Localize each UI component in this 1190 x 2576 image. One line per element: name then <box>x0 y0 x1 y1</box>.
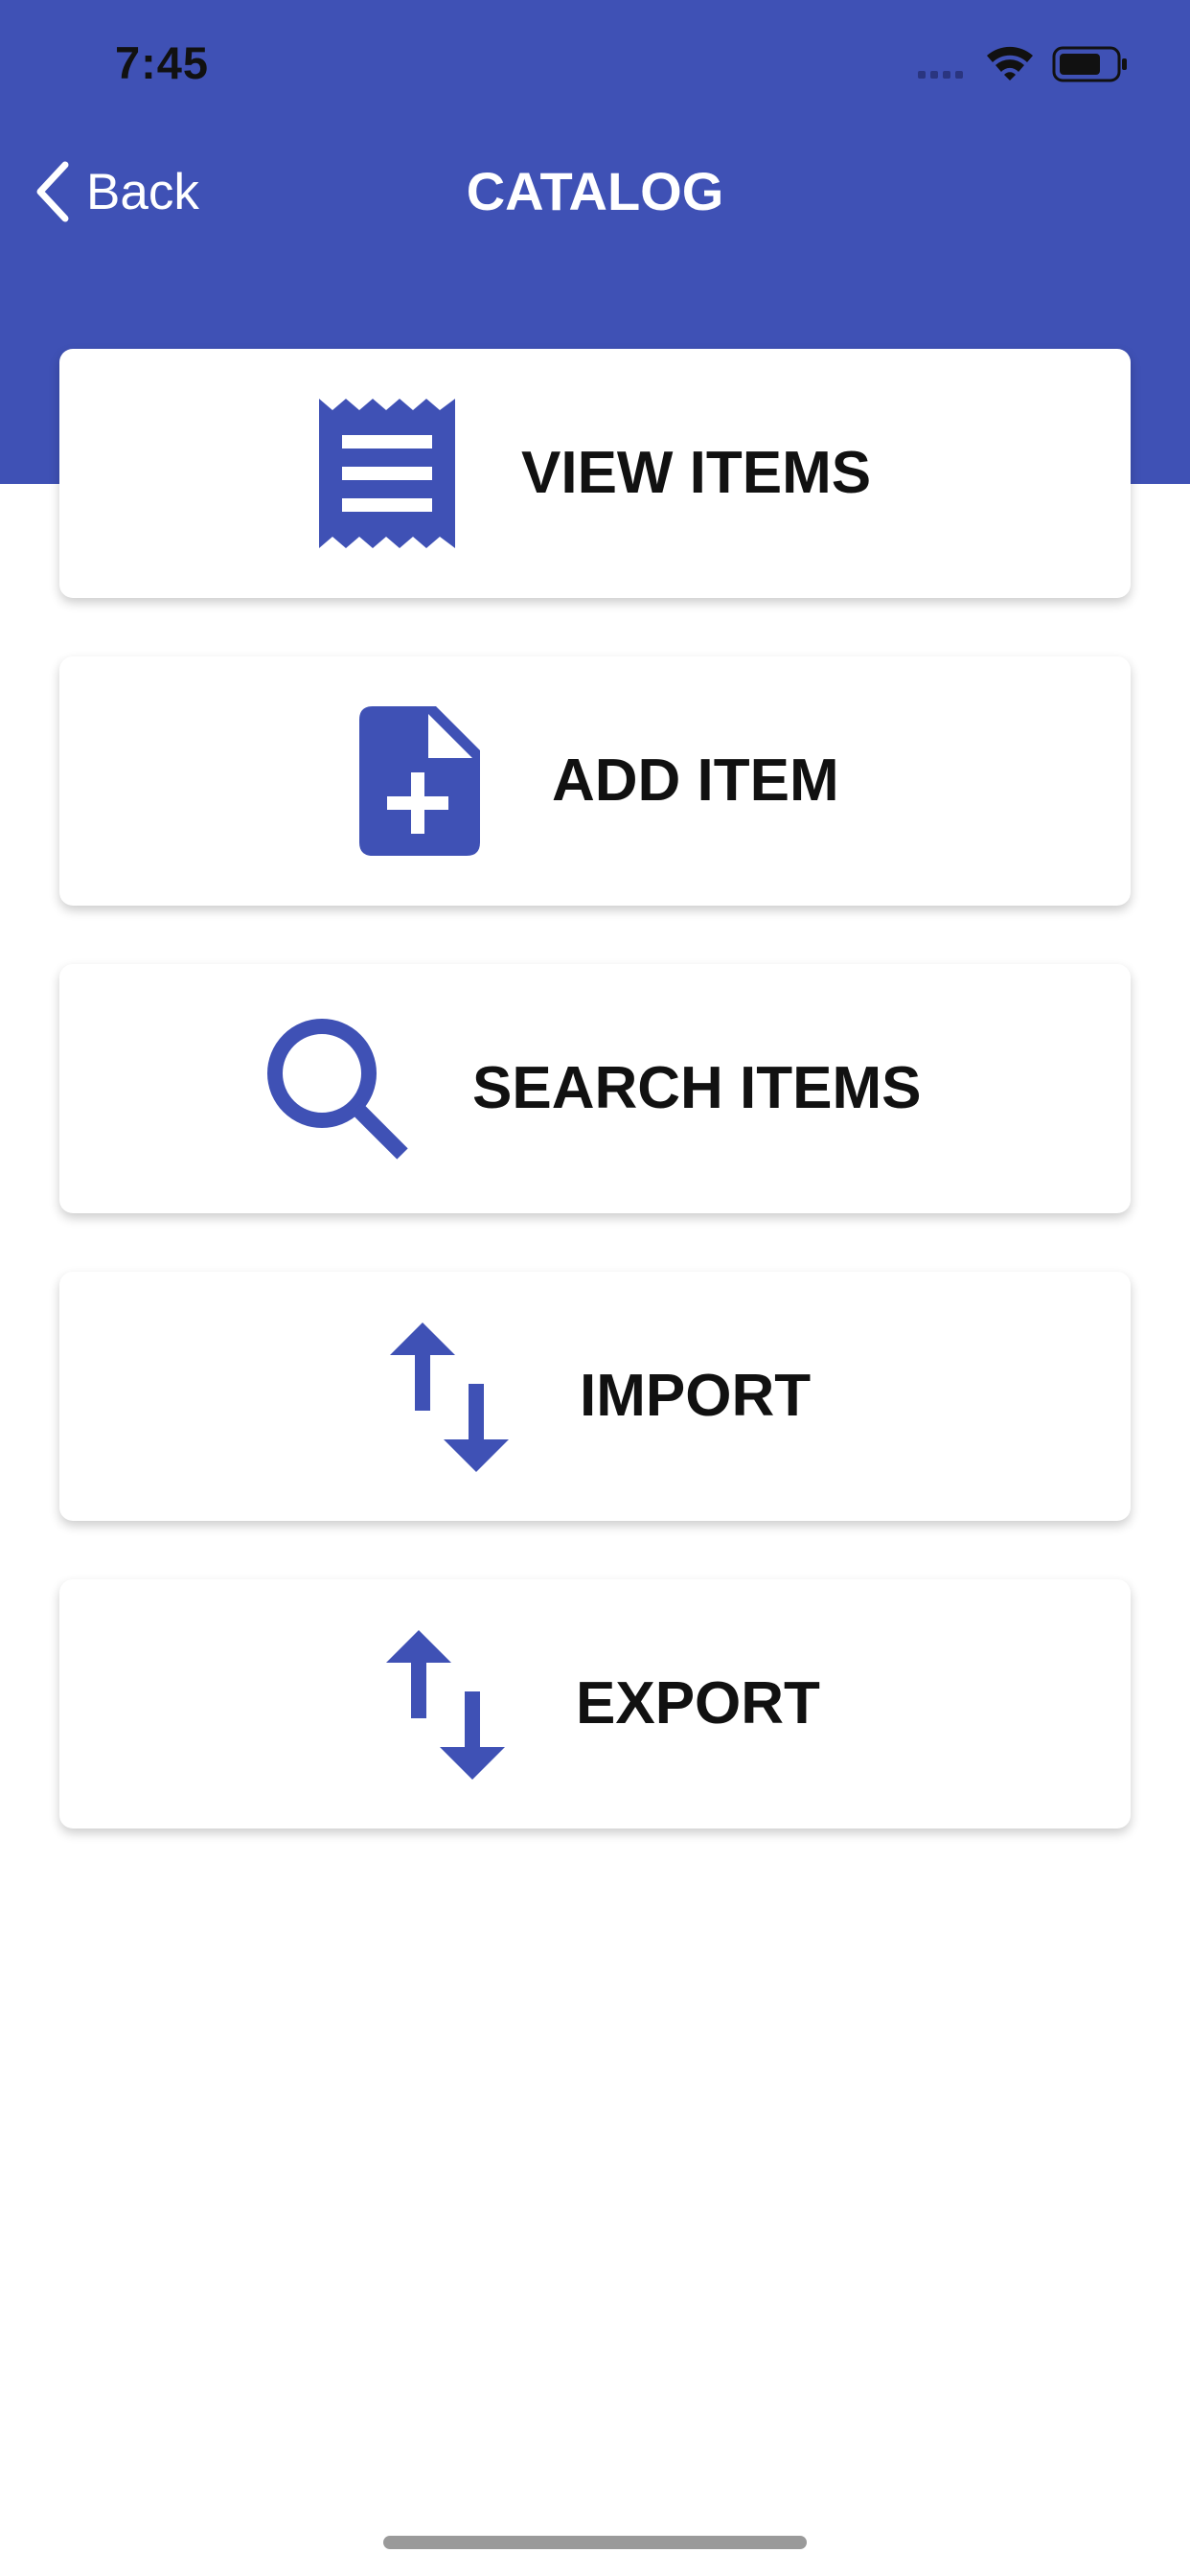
home-indicator[interactable] <box>383 2536 807 2549</box>
add-item-button[interactable]: ADD ITEM <box>59 656 1131 906</box>
import-label: IMPORT <box>580 1363 812 1429</box>
wifi-icon <box>987 46 1033 80</box>
status-time: 7:45 <box>115 37 210 88</box>
view-items-button[interactable]: VIEW ITEMS <box>59 349 1131 598</box>
export-label: EXPORT <box>576 1670 820 1736</box>
cellular-signal-icon <box>918 71 963 79</box>
receipt-icon <box>319 399 455 548</box>
battery-icon <box>1052 46 1127 82</box>
import-button[interactable]: IMPORT <box>59 1272 1131 1521</box>
view-items-label: VIEW ITEMS <box>521 440 872 506</box>
import-export-icon <box>386 1630 505 1780</box>
search-icon <box>267 1019 408 1160</box>
page-title: CATALOG <box>466 161 724 221</box>
export-button[interactable]: EXPORT <box>59 1579 1131 1828</box>
import-export-icon <box>390 1322 509 1472</box>
search-items-button[interactable]: SEARCH ITEMS <box>59 964 1131 1213</box>
add-item-label: ADD ITEM <box>552 748 839 814</box>
search-items-label: SEARCH ITEMS <box>472 1055 922 1121</box>
status-icons <box>918 46 1127 82</box>
add-file-icon <box>359 706 480 856</box>
